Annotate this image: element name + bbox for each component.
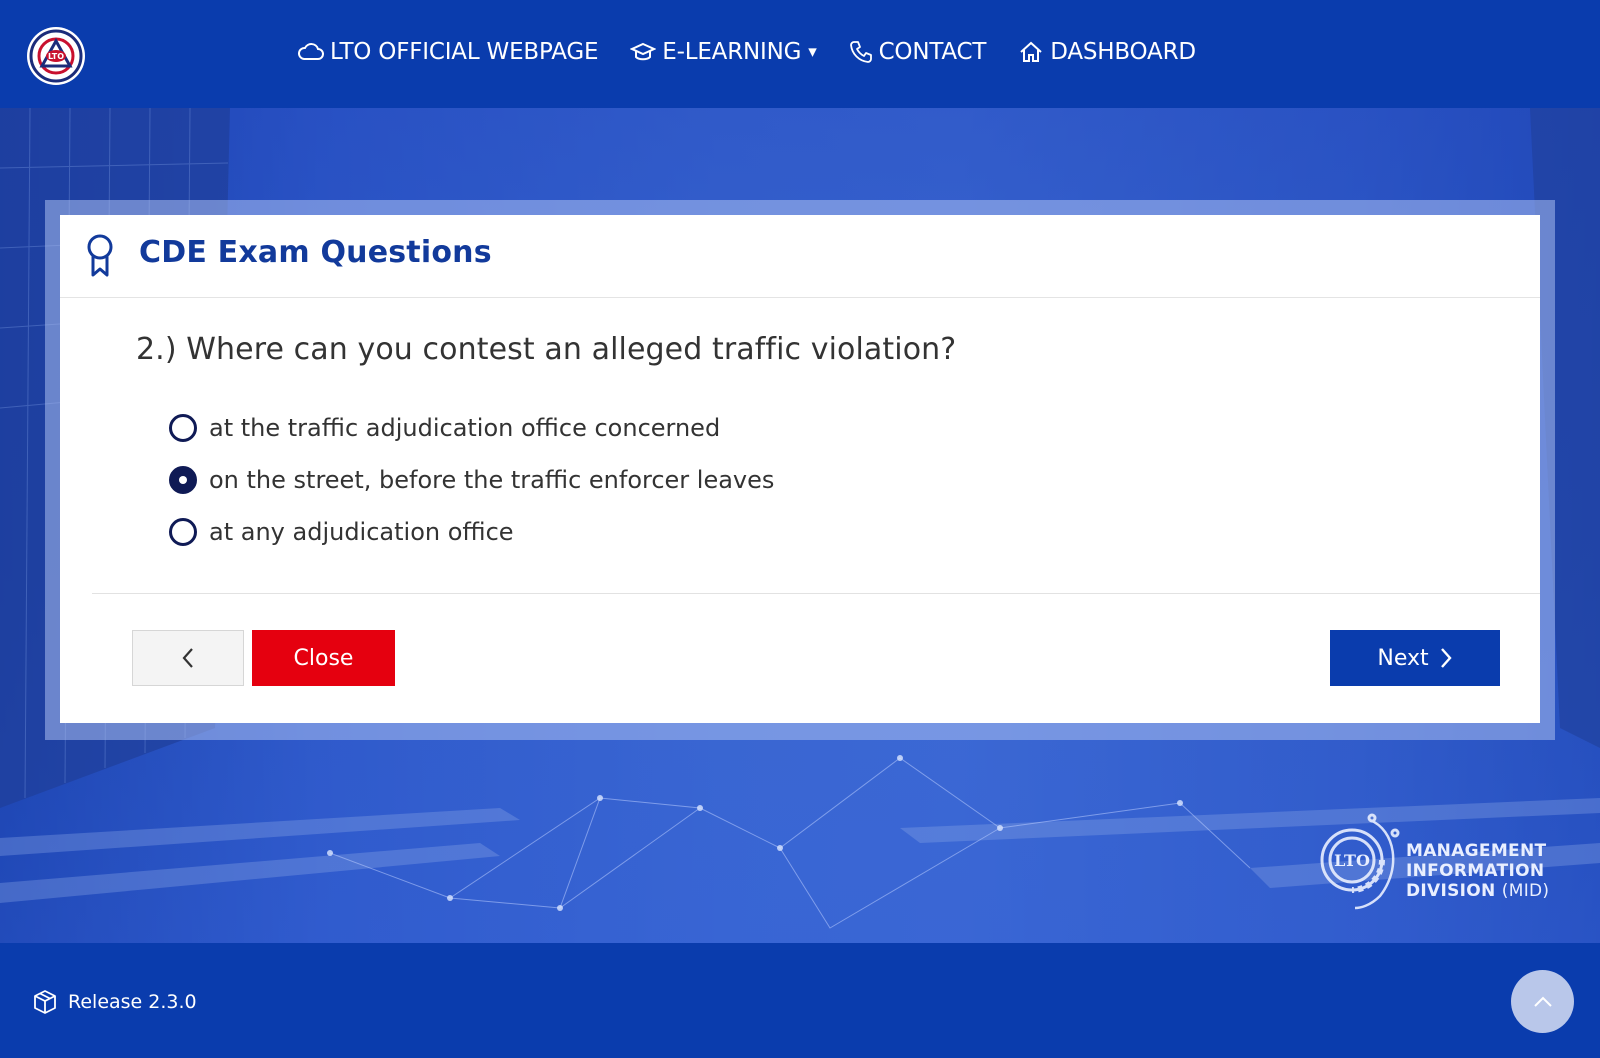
chevron-left-icon [182,648,193,668]
mid-abbr: (MID) [1501,881,1550,901]
option-1[interactable]: at the traffic adjudication office conce… [169,402,774,454]
box-icon [34,990,56,1014]
cloud-icon [298,43,324,60]
phone-icon [849,41,872,63]
award-ribbon-icon [84,233,116,283]
graduation-cap-icon [630,42,657,61]
modal-header: CDE Exam Questions [60,215,1540,298]
mid-logo: LTO MANAGEMENT INFORMATION DIVISION (MID… [1310,808,1560,913]
option-label: at the traffic adjudication office conce… [209,414,721,442]
nav-label: LTO OFFICIAL WEBPAGE [330,39,599,65]
nav-label: E-LEARNING [662,39,802,65]
chevron-down-icon: ▾ [808,42,817,62]
mid-text: MANAGEMENT INFORMATION DIVISION (MID) [1406,841,1549,901]
modal-title: CDE Exam Questions [139,235,492,270]
next-button[interactable]: Next [1330,630,1500,686]
next-label: Next [1377,645,1429,671]
svg-text:LTO: LTO [48,52,64,61]
radio-button[interactable] [169,414,197,442]
option-label: on the street, before the traffic enforc… [209,466,775,494]
question-text: 2.) Where can you contest an alleged tra… [136,332,957,367]
top-navbar: LTO LTO OFFICIAL WEBPAGE E-LEARNING ▾ CO… [0,0,1600,108]
nav-label: DASHBOARD [1050,39,1196,65]
main-nav: LTO OFFICIAL WEBPAGE E-LEARNING ▾ CONTAC… [298,32,1228,72]
chevron-up-icon [1533,996,1552,1007]
nav-contact[interactable]: CONTACT [849,39,987,65]
svg-text:LTO: LTO [1334,851,1370,870]
mid-line-3: DIVISION (MID) [1406,881,1549,901]
exam-modal: CDE Exam Questions 2.) Where can you con… [60,215,1540,723]
option-3[interactable]: at any adjudication office [169,506,774,558]
back-button[interactable] [132,630,244,686]
radio-button-selected[interactable] [169,466,197,494]
nav-label: CONTACT [878,39,987,65]
nav-e-learning[interactable]: E-LEARNING ▾ [630,39,817,65]
home-icon [1020,41,1042,62]
mid-gear-logo-icon: LTO [1320,813,1400,910]
mid-line-2: INFORMATION [1406,861,1545,881]
mid-line-1: MANAGEMENT [1406,841,1547,861]
option-label: at any adjudication office [209,518,514,546]
scroll-to-top-button[interactable] [1511,970,1574,1033]
answer-options: at the traffic adjudication office conce… [169,402,774,558]
close-button[interactable]: Close [252,630,395,686]
release-label: Release 2.3.0 [68,991,197,1013]
lto-seal-icon[interactable]: LTO [26,26,86,86]
radio-button[interactable] [169,518,197,546]
chevron-right-icon [1440,648,1452,668]
release-info: Release 2.3.0 [32,989,197,1015]
option-2[interactable]: on the street, before the traffic enforc… [169,454,774,506]
divider [92,593,1540,594]
nav-dashboard[interactable]: DASHBOARD [1018,39,1196,65]
nav-lto-official-webpage[interactable]: LTO OFFICIAL WEBPAGE [298,39,598,65]
mid-division: DIVISION [1406,881,1496,901]
footer: Release 2.3.0 [0,943,1600,1058]
